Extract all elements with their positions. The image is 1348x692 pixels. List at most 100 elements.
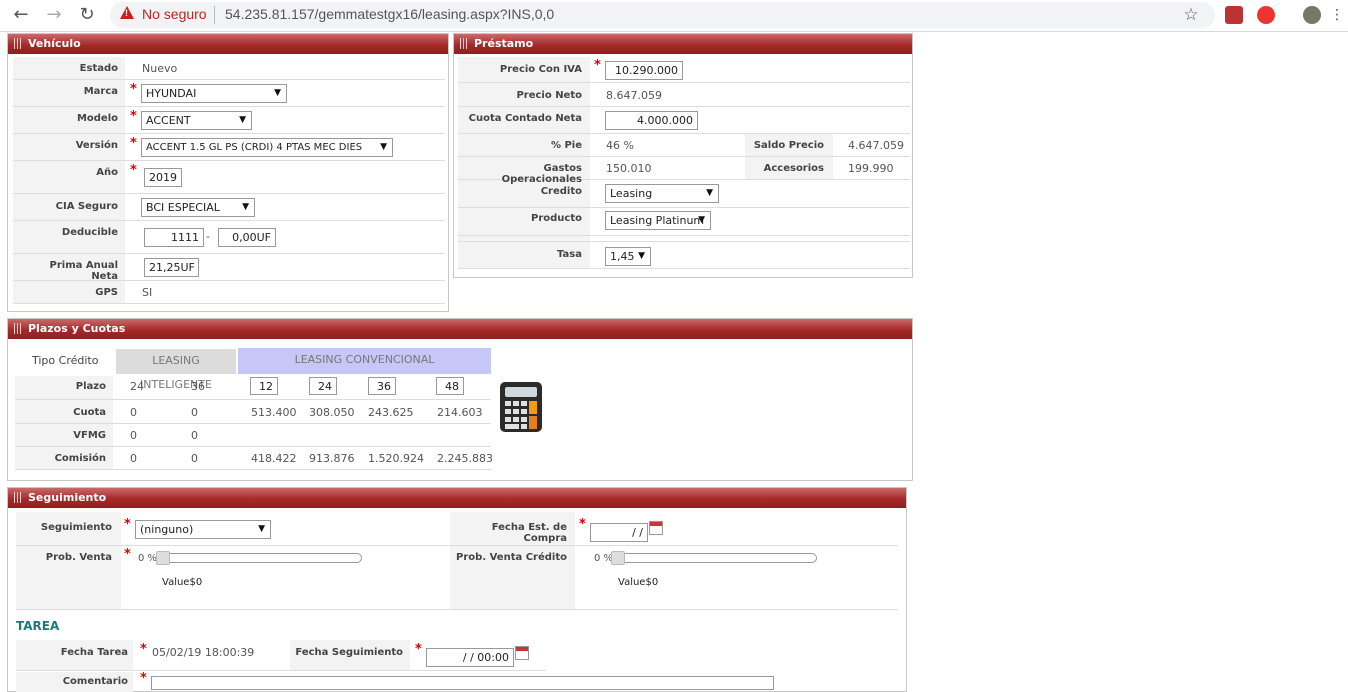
comision-cell: 2.245.883	[437, 452, 493, 465]
cia-seguro-label: CIA Seguro	[55, 201, 118, 212]
fecha-compra-label: Fecha Est. de Compra	[491, 522, 567, 544]
prob-venta-slider[interactable]	[156, 553, 362, 563]
gps-value: SI	[142, 286, 153, 299]
deducible-input[interactable]: 1111	[144, 228, 204, 247]
version-select[interactable]: ACCENT 1.5 GL PS (CRDI) 4 PTAS MEC DIES ▼	[141, 138, 393, 157]
vfmg-cell: 0	[191, 429, 198, 442]
required-marker: *	[140, 671, 147, 686]
anio-input[interactable]: 2019	[144, 168, 182, 187]
plazos-title: Plazos y Cuotas	[8, 319, 912, 339]
prob-venta-value: Value$0	[162, 577, 203, 588]
tipo-credito-label: Tipo Crédito	[32, 354, 99, 367]
cuota-contado-label: Cuota Contado Neta	[468, 113, 582, 124]
forward-icon[interactable]: →	[42, 4, 66, 26]
security-label[interactable]: No seguro	[142, 6, 207, 22]
gastos-value: 150.010	[606, 162, 652, 175]
accesorios-value: 199.990	[848, 162, 894, 175]
menu-icon[interactable]: ⋮	[1325, 4, 1348, 26]
required-marker: *	[130, 82, 137, 97]
plazo-input[interactable]: 36	[368, 377, 396, 395]
cuota-contado-input[interactable]: 4.000.000	[605, 111, 698, 130]
tasa-select[interactable]: 1,45 ▼	[605, 247, 651, 266]
calculator-icon[interactable]	[498, 380, 546, 434]
precio-iva-input[interactable]: 10.290.000	[605, 61, 683, 80]
vfmg-cell: 0	[130, 429, 137, 442]
prob-venta-label: Prob. Venta	[45, 552, 112, 563]
plazo-input[interactable]: 12	[250, 377, 278, 395]
prob-credito-slider-handle[interactable]	[611, 551, 625, 565]
cuota-cell: 513.400	[251, 406, 297, 419]
fecha-tarea-label: Fecha Tarea	[60, 647, 128, 658]
pdf-extension-icon[interactable]	[1225, 6, 1243, 24]
producto-select[interactable]: Leasing Platinum ▼	[605, 211, 711, 230]
required-marker: *	[124, 517, 131, 532]
version-label: Versión	[75, 140, 118, 151]
prob-credito-value: Value$0	[618, 577, 659, 588]
cia-seguro-value: BCI ESPECIAL	[146, 201, 220, 214]
comentario-label: Comentario	[62, 676, 128, 687]
marca-value: HYUNDAI	[146, 87, 197, 100]
version-value: ACCENT 1.5 GL PS (CRDI) 4 PTAS MEC DIES	[146, 142, 363, 153]
plazo-cell: 24	[130, 380, 144, 393]
chevron-down-icon: ▼	[239, 115, 246, 125]
cuota-label: Cuota	[73, 407, 106, 418]
avatar[interactable]	[1303, 6, 1321, 24]
prestamo-title: Préstamo	[454, 34, 912, 54]
comision-cell: 0	[191, 452, 198, 465]
browser-toolbar: ← → ↻ ! No seguro 54.235.81.157/gemmates…	[0, 0, 1348, 32]
tarea-heading: TAREA	[16, 619, 60, 633]
plazo-input[interactable]: 24	[309, 377, 337, 395]
marca-select[interactable]: HYUNDAI ▼	[141, 84, 287, 103]
calendar-icon[interactable]	[649, 521, 663, 535]
chevron-down-icon: ▼	[242, 202, 249, 212]
plazo-input[interactable]: 48	[436, 377, 464, 395]
fecha-compra-input[interactable]: / /	[590, 523, 648, 542]
prob-venta-slider-handle[interactable]	[156, 551, 170, 565]
deducible-uf-input[interactable]: 0,00UF	[218, 228, 276, 247]
required-marker: *	[579, 517, 586, 532]
precio-iva-label: Precio Con IVA	[499, 64, 582, 75]
marca-label: Marca	[83, 86, 118, 97]
saldo-value: 4.647.059	[848, 139, 904, 152]
credito-select[interactable]: Leasing ▼	[605, 184, 719, 203]
chevron-down-icon: ▼	[274, 88, 281, 98]
extension-icon[interactable]	[1257, 6, 1275, 24]
required-marker: *	[130, 136, 137, 151]
modelo-value: ACCENT	[146, 114, 191, 127]
leasing-convencional-header: LEASING CONVENCIONAL	[238, 348, 491, 374]
reload-icon[interactable]: ↻	[75, 4, 99, 26]
prima-input[interactable]: 21,25UF	[144, 258, 199, 277]
credito-label: Credito	[540, 186, 582, 197]
precio-neto-label: Precio Neto	[516, 90, 582, 101]
prob-credito-label: Prob. Venta Crédito	[456, 552, 567, 563]
vfmg-label: VFMG	[73, 430, 106, 441]
prob-credito-slider[interactable]	[611, 553, 817, 563]
estado-value: Nuevo	[142, 62, 178, 75]
leasing-inteligente-header: LEASING INTELIGENTE	[116, 349, 236, 391]
prima-label: Prima Anual Neta	[49, 260, 119, 282]
tasa-label: Tasa	[557, 249, 582, 260]
cuota-cell: 0	[191, 406, 198, 419]
required-marker: *	[594, 58, 601, 73]
modelo-select[interactable]: ACCENT ▼	[141, 111, 252, 130]
precio-neto-value: 8.647.059	[606, 89, 662, 102]
seguimiento-title: Seguimiento	[8, 488, 906, 508]
cia-seguro-select[interactable]: BCI ESPECIAL ▼	[141, 198, 255, 217]
comision-cell: 418.422	[251, 452, 297, 465]
plazo-label: Plazo	[75, 381, 106, 392]
gastos-label: Gastos Operacionales	[501, 163, 582, 185]
calendar-icon[interactable]	[515, 646, 529, 660]
back-icon[interactable]: ←	[9, 4, 33, 26]
comentario-textarea[interactable]	[151, 676, 774, 690]
cuota-cell: 308.050	[309, 406, 355, 419]
fecha-seguimiento-input[interactable]: / / 00:00	[426, 648, 514, 667]
seguimiento-select[interactable]: (ninguno) ▼	[135, 520, 271, 539]
chevron-down-icon: ▼	[706, 188, 713, 198]
required-marker: *	[415, 642, 422, 657]
deducible-label: Deducible	[61, 227, 118, 238]
required-marker: *	[124, 547, 131, 562]
address-separator	[214, 6, 215, 24]
star-icon[interactable]: ☆	[1179, 4, 1203, 26]
estado-label: Estado	[79, 63, 118, 74]
url-text[interactable]: 54.235.81.157/gemmatestgx16/leasing.aspx…	[225, 6, 554, 22]
